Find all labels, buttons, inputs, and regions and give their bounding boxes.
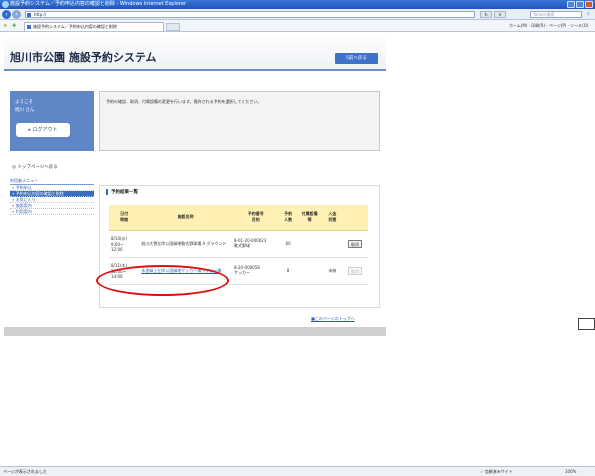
back-circle-icon: ◎ xyxy=(12,165,16,170)
app-header: 旭川市公園 施設予約システム 5前へ戻る xyxy=(4,33,386,71)
row-number-purpose: 8-01-20-000023 軟式野球 xyxy=(232,230,280,258)
username: 旭川 さん xyxy=(15,108,35,113)
column-header-number-purpose: 予約番号 目的 xyxy=(232,205,280,231)
new-tab-button[interactable] xyxy=(166,23,180,31)
reservation-list-heading: 予約結果一覧 xyxy=(106,189,138,195)
user-panel: ようこそ 旭川 さん ▸ ログアウト xyxy=(10,91,94,151)
check-icon: ✓ xyxy=(480,469,484,474)
highlight-ellipse xyxy=(96,265,229,296)
page-icon xyxy=(27,13,31,17)
page-title: 旭川市公園 施設予約システム xyxy=(10,51,157,64)
cancel-reservation-button-disabled: 取消 xyxy=(348,266,363,275)
stop-icon[interactable]: ✕ xyxy=(494,11,506,18)
row-number-purpose: 8-20-000058 サッカー xyxy=(232,257,280,285)
row-equipment xyxy=(296,257,323,285)
row-persons: 8 xyxy=(279,257,297,285)
overlay-box xyxy=(578,318,595,330)
command-bar[interactable]: ホーム(M) · 印刷(R) · ページ(P) · ツール(O) · xyxy=(509,23,591,29)
maximize-button[interactable] xyxy=(576,1,584,8)
top-page-link-label: トップページへ戻る xyxy=(17,165,58,170)
row-time: 9:00~ 12:00 xyxy=(111,241,124,252)
row-action-cell: 取消 xyxy=(342,257,368,285)
tab-label: 施設予約システム／予約申込内容の確認と削除 xyxy=(33,24,117,29)
window-title: 施設予約システム／予約申込内容の確認と削除 - Windows Internet… xyxy=(10,1,187,7)
url-text: http:// xyxy=(34,12,47,17)
logout-button[interactable]: ▸ ログアウト xyxy=(16,123,70,137)
row-persons: 60 xyxy=(279,230,297,258)
address-bar: ‹ › http:// ↻ ✕ Yahoo!検索 ⌕ xyxy=(0,9,595,20)
back-arrow-icon[interactable]: ‹ xyxy=(2,10,11,19)
column-header-facility: 施設名称 xyxy=(139,205,232,231)
page-content: 旭川市公園 施設予約システム 5前へ戻る ようこそ 旭川 さん ▸ ログアウト … xyxy=(0,33,595,466)
column-header-equipment: 付属設備 等 xyxy=(296,205,323,231)
add-favorite-icon[interactable]: ✚ xyxy=(12,23,16,29)
row-purpose: 軟式野球 xyxy=(234,243,250,248)
column-header-payment: 入金 状態 xyxy=(322,205,343,231)
favorites-star-icon[interactable]: ★ xyxy=(3,23,7,29)
url-input[interactable]: http:// xyxy=(25,11,475,18)
browser-tab[interactable]: 施設予約システム／予約申込内容の確認と削除 xyxy=(24,22,164,31)
security-zone: ✓ 信頼済みサイト xyxy=(480,467,513,476)
column-header-action xyxy=(342,205,368,231)
page-top-link[interactable]: ■このページのトップへ xyxy=(311,316,355,322)
row-equipment xyxy=(296,230,323,258)
row-action-cell: 取消 xyxy=(342,230,368,258)
footer-band xyxy=(4,327,386,336)
instruction-box: 予約の確認、取消、付属設備の変更を行います。操作される予約を選択してください。 xyxy=(99,91,380,151)
cancel-reservation-button[interactable]: 取消 xyxy=(348,239,363,248)
column-header-persons: 予約 人数 xyxy=(279,205,297,231)
tab-page-icon xyxy=(27,25,31,29)
column-header-datetime: 日付 時間 xyxy=(109,205,140,231)
window-controls xyxy=(567,1,593,8)
internet-explorer-icon xyxy=(2,1,9,8)
row-datetime: 8/10(水) 9:00~ 12:00 xyxy=(109,230,140,258)
back-button[interactable]: 5前へ戻る xyxy=(335,53,378,64)
minimize-button[interactable] xyxy=(567,1,575,8)
window-titlebar: 施設予約システム／予約申込内容の確認と削除 - Windows Internet… xyxy=(0,0,595,9)
sidebar-item-usage-guide[interactable]: » 利用案内 xyxy=(10,209,94,215)
menu-title: 利用者メニュー xyxy=(10,178,94,185)
search-placeholder: Yahoo!検索 xyxy=(533,12,555,17)
forward-arrow-icon[interactable]: › xyxy=(12,10,21,19)
close-button[interactable] xyxy=(585,1,593,8)
zoom-level[interactable]: 100% xyxy=(565,467,576,476)
welcome-text: ようこそ xyxy=(15,100,33,105)
row-payment xyxy=(322,230,343,258)
search-input[interactable]: Yahoo!検索 xyxy=(530,11,582,18)
security-zone-label: 信頼済みサイト xyxy=(484,469,513,474)
status-bar: ページが表示されました ✓ 信頼済みサイト 100% xyxy=(0,466,595,476)
tab-bar: ★ ✚ 施設予約システム／予約申込内容の確認と削除 ホーム(M) · 印刷(R)… xyxy=(0,20,595,32)
search-icon[interactable]: ⌕ xyxy=(584,11,593,18)
refresh-icon[interactable]: ↻ xyxy=(480,11,492,18)
table-header-row: 日付 時間 施設名称 予約番号 目的 予約 人数 付属設備 等 入金 状態 xyxy=(109,205,368,231)
status-text: ページが表示されました xyxy=(3,469,47,474)
row-purpose: サッカー xyxy=(234,270,250,275)
instruction-text: 予約の確認、取消、付属設備の変更を行います。操作される予約を選択してください。 xyxy=(106,99,262,104)
row-facility: 旭川大雪左岸公園緑地軟式野球場 A グラウンド xyxy=(139,230,232,258)
top-page-link[interactable]: ◎ トップページへ戻る xyxy=(12,164,58,170)
table-row: 8/10(水) 9:00~ 12:00 旭川大雪左岸公園緑地軟式野球場 A グラ… xyxy=(109,230,368,258)
row-payment: 未納 xyxy=(322,257,343,285)
